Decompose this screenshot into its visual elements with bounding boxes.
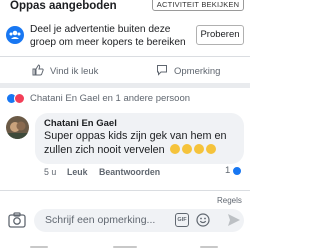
like-action-label: Vind ik leuk xyxy=(50,66,99,77)
like-reaction-icon xyxy=(232,165,243,176)
view-activity-button[interactable]: ACTIVITEIT BEKIJKEN xyxy=(152,0,244,11)
thumbs-up-emoji-icon xyxy=(193,144,204,154)
comment-time: 5 u xyxy=(44,167,57,177)
divider xyxy=(0,56,250,57)
comment-action-label: Opmerking xyxy=(174,66,221,77)
comment-input-placeholder: Schrijf een opmerking... xyxy=(45,214,156,226)
divider xyxy=(0,190,250,191)
system-nav-bar xyxy=(0,240,250,250)
rules-link[interactable]: Regels xyxy=(217,196,242,205)
comment-like-count[interactable]: 1 xyxy=(225,165,243,176)
comment-text: Super oppas kids zijn gek van hem en zul… xyxy=(44,129,240,157)
avatar[interactable] xyxy=(6,116,29,139)
group-share-icon xyxy=(6,26,24,44)
gif-icon[interactable]: GIF xyxy=(175,213,189,227)
thumbs-up-emoji-icon xyxy=(181,144,192,154)
thumbs-up-emoji-icon xyxy=(205,144,216,154)
like-action-button[interactable]: Vind ik leuk xyxy=(32,64,98,79)
love-reaction-icon xyxy=(14,93,25,104)
comment-author[interactable]: Chatani En Gael xyxy=(44,118,117,129)
comment-action-button[interactable]: Opmerking xyxy=(156,64,220,79)
comment-reply-button[interactable]: Beantwoorden xyxy=(99,167,160,177)
reactions-summary[interactable]: Chatani En Gael en 1 andere persoon xyxy=(30,93,190,104)
thumbs-up-icon xyxy=(32,64,44,79)
comment-bubble-icon xyxy=(156,64,168,79)
section-separator xyxy=(0,83,250,88)
try-button[interactable]: Proberen xyxy=(196,25,244,45)
camera-icon[interactable] xyxy=(8,212,26,228)
like-count-value: 1 xyxy=(225,165,231,176)
promo-text: Deel je advertentie buiten deze groep om… xyxy=(30,24,186,48)
thumbs-up-emoji-icon xyxy=(169,144,180,154)
nav-back-button[interactable] xyxy=(200,246,218,248)
emoji-icon[interactable] xyxy=(196,213,210,227)
nav-home-button[interactable] xyxy=(113,246,137,248)
post-title: Oppas aangeboden xyxy=(10,0,117,12)
nav-recent-button[interactable] xyxy=(30,246,48,248)
comment-like-button[interactable]: Leuk xyxy=(67,167,88,177)
send-icon[interactable] xyxy=(227,213,241,227)
reaction-icons[interactable] xyxy=(6,93,25,104)
